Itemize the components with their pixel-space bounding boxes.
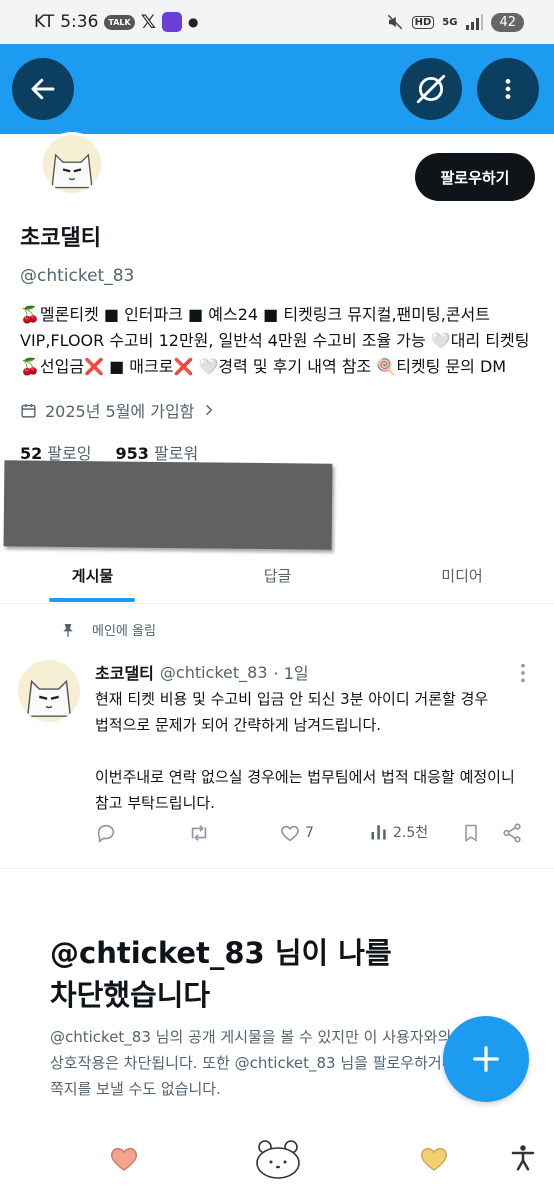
bottom-nav-heart[interactable] (108, 1142, 140, 1178)
bottom-nav-bar (0, 1132, 554, 1200)
mute-icon (387, 14, 402, 30)
bottom-nav-accessibility[interactable] (508, 1142, 538, 1178)
status-bar: KT 5:36 TALK 𝕏 ● HD 5G 42 (0, 0, 554, 44)
followers-link[interactable]: 953 팔로워 (116, 440, 199, 464)
post-line: 현재 티켓 비용 및 수고비 입금 안 되신 3분 아이디 거론할 경우 (95, 690, 489, 708)
more-vertical-icon (521, 663, 525, 683)
post-time[interactable]: · 1일 (274, 660, 309, 684)
tab-media[interactable]: 미디어 (370, 548, 554, 602)
tab-replies[interactable]: 답글 (185, 548, 370, 602)
post-line: 이번주내로 연락 없으실 경우에는 법무팀에서 법적 대응할 예정이니 (95, 768, 515, 786)
views-button[interactable]: 2.5천 (369, 822, 428, 842)
blocked-desc-line: 쪽지를 보낼 수도 없습니다. (50, 1080, 221, 1098)
like-count: 7 (305, 825, 314, 841)
plus-icon (473, 1046, 499, 1072)
view-count: 2.5천 (393, 825, 429, 841)
back-button[interactable] (12, 58, 74, 120)
battery-indicator: 42 (491, 12, 524, 32)
hd-voice-icon: HD (411, 15, 435, 29)
blocked-description: @chticket_83 님의 공개 게시물을 볼 수 있지만 이 사용자와의 … (50, 1024, 480, 1102)
display-name: 초코댈티 (20, 226, 101, 251)
post-line: 참고 부탁드립니다. (95, 794, 215, 812)
blocked-title-line: 차단했습니다 (50, 978, 211, 1012)
network-icon: 5G (442, 16, 458, 28)
heart-icon (421, 1147, 447, 1171)
cat-avatar-image (43, 135, 101, 193)
bookmark-icon (465, 824, 477, 842)
redaction-overlay (3, 460, 333, 550)
kakaotalk-icon: TALK (104, 14, 135, 30)
profile-avatar[interactable] (40, 132, 104, 196)
join-date-label: 2025년 5월에 가입함 (45, 402, 195, 421)
profile-header (0, 44, 554, 134)
bottom-nav-bear[interactable] (254, 1138, 302, 1184)
profile-bio: 🍒멜론티켓 ■ 인터파크 ■ 예스24 ■ 티켓링크 뮤지컬,팬미팅,콘서트 V… (20, 302, 540, 380)
post-avatar[interactable] (18, 660, 80, 722)
calendar-icon (21, 403, 36, 418)
post-more-button[interactable] (516, 662, 530, 688)
pinned-indicator: 메인에 올림 (60, 620, 156, 639)
compose-button[interactable] (443, 1016, 529, 1102)
chevron-right-icon (206, 404, 213, 416)
x-app-icon: 𝕏 (140, 11, 157, 33)
pinned-label: 메인에 올림 (92, 624, 156, 639)
more-vertical-icon (505, 79, 511, 99)
join-date-link[interactable]: 2025년 5월에 가입함 (20, 398, 216, 422)
bottom-nav-gold-heart[interactable] (418, 1142, 450, 1178)
grok-button[interactable] (400, 58, 462, 120)
bookmark-button[interactable] (461, 822, 481, 844)
analytics-icon (371, 825, 386, 840)
bio-line: 🍒선입금❌ ■ 매크로❌ 🤍경력 및 후기 내역 참조 🍭티켓팅 문의 DM (20, 357, 507, 376)
grok-icon (416, 74, 446, 104)
heart-icon (111, 1147, 137, 1171)
share-icon (503, 823, 521, 843)
pin-icon (63, 623, 73, 637)
post-text: 현재 티켓 비용 및 수고비 입금 안 되신 3분 아이디 거론할 경우법적으로… (95, 686, 535, 816)
tab-posts[interactable]: 게시물 (0, 548, 185, 602)
status-right: HD 5G 42 (386, 12, 524, 32)
reply-icon (97, 824, 115, 843)
followers-label: 팔로워 (154, 444, 199, 463)
arrow-left-icon (31, 78, 55, 100)
profile-tabs: 게시물 답글 미디어 (0, 548, 554, 604)
more-options-button[interactable] (477, 58, 539, 120)
blocked-title-line: @chticket_83 님이 나를 (50, 936, 392, 970)
bio-line: VIP,FLOOR 수고비 12만원, 일반석 4만원 수고비 조율 가능 🤍대… (20, 331, 530, 350)
heart-icon (281, 825, 299, 842)
cat-avatar-image (18, 660, 80, 722)
like-button[interactable]: 7 (279, 822, 314, 844)
reply-button[interactable] (95, 822, 117, 844)
blocked-desc-line: 상호작용은 차단됩니다. 또한 @chticket_83 님을 팔로우하거나 (50, 1054, 456, 1072)
share-button[interactable] (501, 822, 523, 844)
bio-line: 🍒멜론티켓 ■ 인터파크 ■ 예스24 ■ 티켓링크 뮤지컬,팬미팅,콘서트 (20, 305, 490, 324)
status-left: KT 5:36 TALK 𝕏 ● (34, 11, 199, 33)
profile-handle: @chticket_83 (20, 266, 135, 286)
more-notifications-icon: ● (188, 15, 199, 29)
repost-button[interactable] (187, 822, 211, 844)
post-actions: 7 2.5천 (95, 822, 535, 850)
active-tab-indicator (49, 598, 135, 602)
post-handle[interactable]: @chticket_83 (160, 663, 268, 682)
signal-icon (466, 14, 484, 30)
post-header: 초코댈티 @chticket_83 · 1일 (95, 660, 309, 684)
blocked-desc-line: @chticket_83 님의 공개 게시물을 볼 수 있지만 이 사용자와의 (50, 1028, 452, 1046)
followers-count: 953 (115, 444, 149, 463)
follow-button[interactable]: 팔로우하기 (415, 153, 535, 201)
post-author[interactable]: 초코댈티 (95, 660, 154, 684)
clock: 5:36 (60, 12, 99, 32)
blocked-title: @chticket_83 님이 나를 차단했습니다 (50, 932, 450, 1016)
bear-icon (256, 1140, 300, 1179)
section-divider (0, 868, 554, 869)
app-notification-icon (162, 12, 183, 32)
accessibility-icon (511, 1145, 535, 1171)
post-line: 법적으로 문제가 되어 간략하게 남겨드립니다. (95, 716, 382, 734)
repost-icon (191, 825, 207, 841)
carrier: KT (34, 12, 55, 32)
